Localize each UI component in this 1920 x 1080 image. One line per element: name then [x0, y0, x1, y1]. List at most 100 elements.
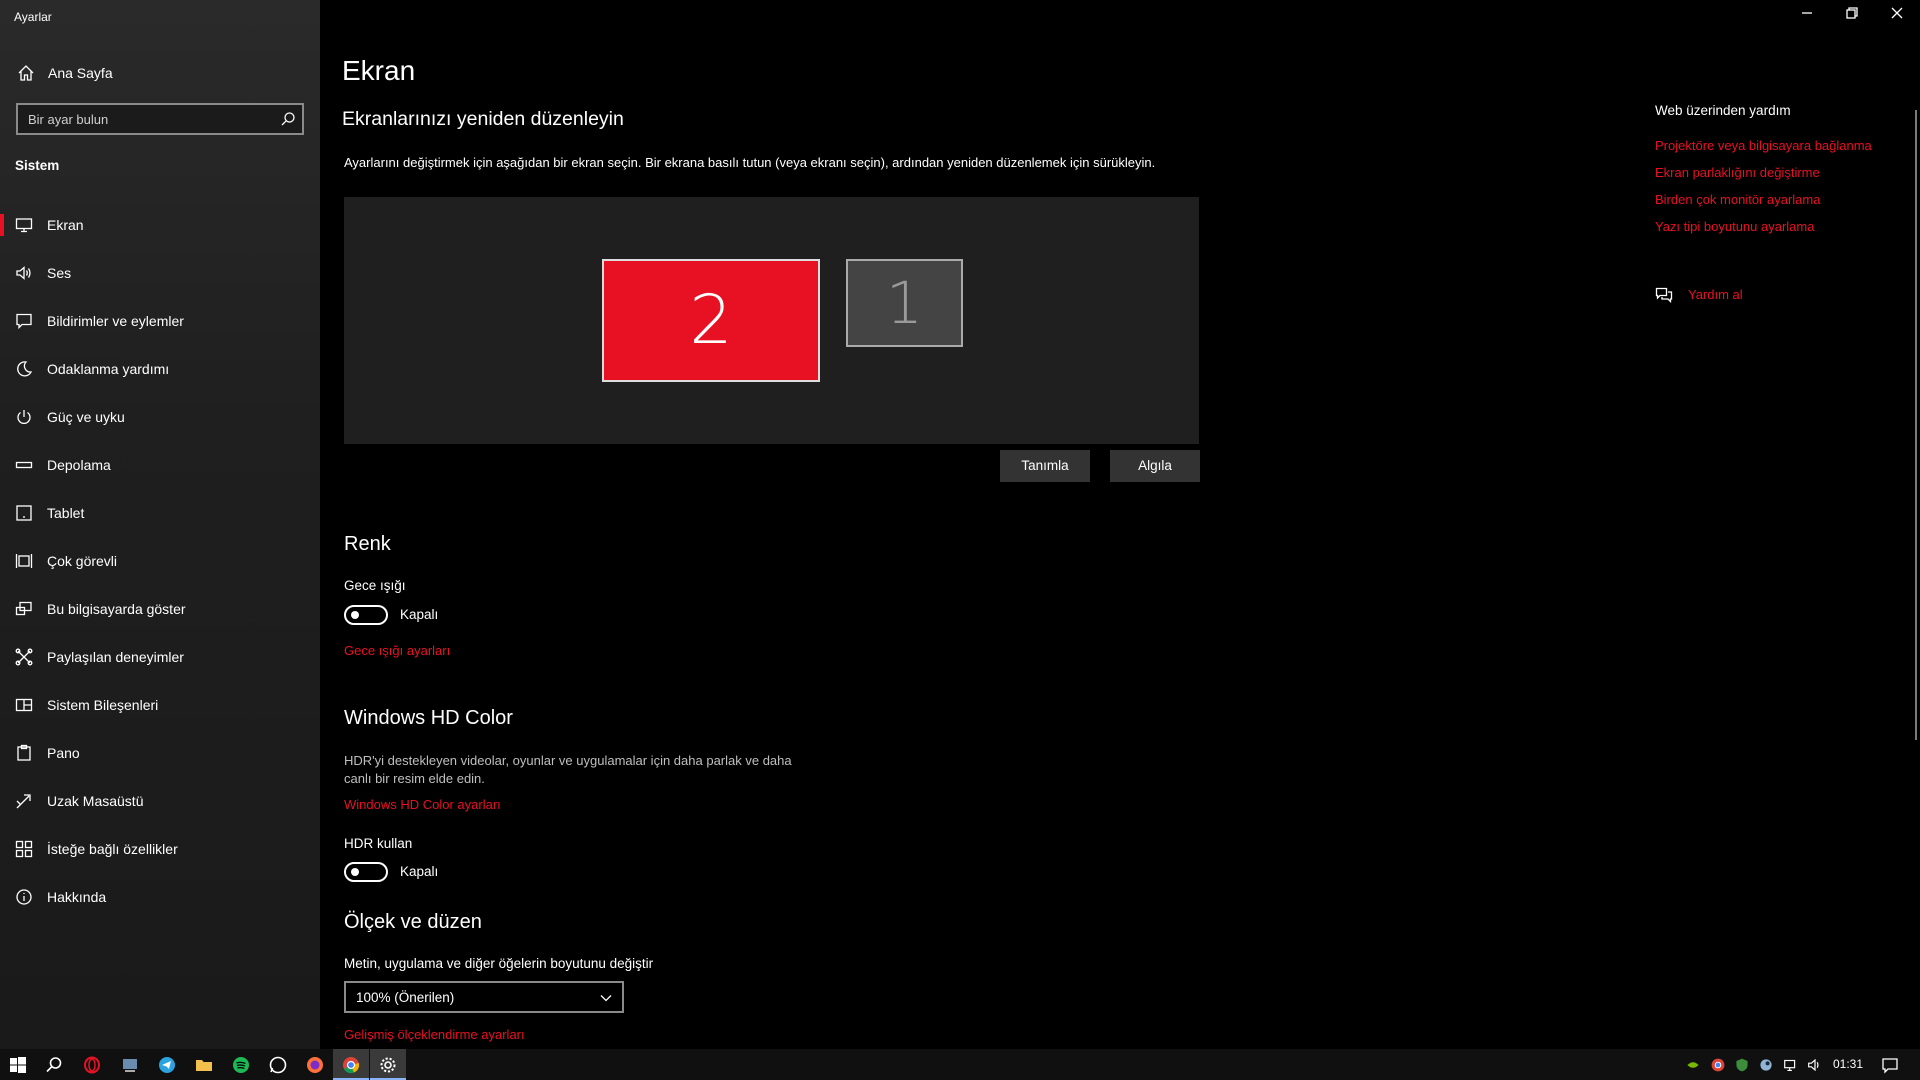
close-icon[interactable]	[1890, 6, 1904, 20]
nvidia-icon[interactable]	[1685, 1055, 1701, 1075]
moon-icon	[17, 361, 33, 377]
night-light-toggle[interactable]	[344, 605, 388, 625]
sidebar-item-label: Paylaşılan deneyimler	[47, 649, 184, 665]
sidebar-item-sistem-bilesenleri[interactable]: Sistem Bileşenleri	[0, 685, 320, 725]
telegram-icon[interactable]	[157, 1055, 177, 1075]
scale-heading: Ölçek ve düzen	[344, 911, 482, 933]
help-link-projector[interactable]: Projektöre veya bilgisayara bağlanma	[1655, 138, 1872, 153]
optional-features-icon	[15, 840, 33, 858]
sidebar-item-ekran[interactable]: Ekran	[0, 205, 320, 245]
monitor-2[interactable]: 2	[602, 259, 820, 382]
sidebar-item-label: Güç ve uyku	[47, 409, 125, 425]
monitor-icon	[15, 218, 33, 233]
color-heading: Renk	[344, 533, 391, 555]
hd-color-settings-link[interactable]: Windows HD Color ayarları	[344, 797, 501, 812]
sidebar-item-hakkinda[interactable]: Hakkında	[0, 877, 320, 917]
power-icon	[17, 410, 31, 424]
network-app-icon[interactable]	[120, 1055, 140, 1075]
sidebar-item-uzak-masaustu[interactable]: Uzak Masaüstü	[0, 781, 320, 821]
hdr-heading: Windows HD Color	[344, 707, 513, 729]
home-label: Ana Sayfa	[48, 65, 113, 81]
advanced-scaling-link[interactable]: Gelişmiş ölçeklendirme ayarları	[344, 1027, 525, 1042]
detect-button[interactable]: Algıla	[1110, 450, 1200, 482]
steam-icon[interactable]	[1758, 1055, 1774, 1075]
clipboard-icon	[17, 744, 31, 761]
night-light-settings-link[interactable]: Gece ışığı ayarları	[344, 643, 450, 658]
chrome-icon[interactable]	[341, 1055, 361, 1075]
remote-desktop-icon	[16, 794, 31, 809]
sidebar-item-bildirimler[interactable]: Bildirimler ve eylemler	[0, 301, 320, 341]
chrome-tray-icon[interactable]	[1710, 1055, 1726, 1075]
main-content: Ekran Ekranlarınızı yeniden düzenleyin A…	[320, 0, 1920, 1049]
restore-icon[interactable]	[1845, 6, 1859, 20]
sidebar-item-label: Ekran	[47, 217, 84, 233]
sidebar-item-tablet[interactable]: Tablet	[0, 493, 320, 533]
sidebar-item-label: Bildirimler ve eylemler	[47, 313, 184, 329]
whatsapp-icon[interactable]	[268, 1055, 288, 1075]
sidebar-item-odaklanma[interactable]: Odaklanma yardımı	[0, 349, 320, 389]
night-light-label: Gece ışığı	[344, 578, 406, 593]
get-help-label: Yardım al	[1688, 287, 1743, 302]
home-button[interactable]: Ana Sayfa	[0, 58, 320, 88]
volume-icon[interactable]	[1806, 1055, 1824, 1075]
taskbar: 01:31	[0, 1049, 1920, 1080]
gear-icon[interactable]	[378, 1055, 398, 1075]
sidebar-item-label: İsteğe bağlı özellikler	[47, 841, 178, 857]
display-arrangement-canvas[interactable]: 2 1	[344, 197, 1199, 444]
scale-dropdown[interactable]: 100% (Önerilen)	[344, 981, 624, 1013]
spotify-icon[interactable]	[231, 1055, 251, 1075]
sidebar-item-label: Pano	[47, 745, 80, 761]
chevron-down-icon	[600, 995, 612, 1002]
minimize-icon[interactable]	[1800, 6, 1814, 20]
shared-icon	[15, 648, 33, 666]
file-explorer-icon[interactable]	[194, 1055, 214, 1075]
arrange-description: Ayarlarını değiştirmek için aşağıdan bir…	[344, 155, 1156, 170]
components-icon	[15, 698, 33, 712]
sidebar-item-depolama[interactable]: Depolama	[0, 445, 320, 485]
sidebar-item-paylasilan[interactable]: Paylaşılan deneyimler	[0, 637, 320, 677]
search-icon[interactable]	[44, 1055, 64, 1075]
opera-icon[interactable]	[82, 1055, 102, 1075]
identify-button[interactable]: Tanımla	[1000, 450, 1090, 482]
sidebar-item-ses[interactable]: Ses	[0, 253, 320, 293]
sidebar-item-istege-bagli[interactable]: İsteğe bağlı özellikler	[0, 829, 320, 869]
shield-icon[interactable]	[1734, 1055, 1750, 1075]
firefox-icon[interactable]	[305, 1055, 325, 1075]
sidebar-item-label: Çok görevli	[47, 553, 118, 569]
tablet-icon	[16, 505, 32, 521]
section-label: Sistem	[15, 158, 60, 173]
help-link-font-size[interactable]: Yazı tipi boyutunu ayarlama	[1655, 219, 1814, 234]
monitor-1[interactable]: 1	[846, 259, 963, 347]
sidebar-item-pano[interactable]: Pano	[0, 733, 320, 773]
info-icon	[16, 889, 32, 905]
sidebar-item-label: Depolama	[47, 457, 111, 473]
scrollbar[interactable]	[1915, 110, 1917, 740]
multitasking-icon	[15, 554, 33, 568]
search-icon[interactable]	[280, 111, 296, 127]
page-title: Ekran	[342, 55, 416, 86]
clock[interactable]: 01:31	[1833, 1057, 1863, 1071]
app-title: Ayarlar	[14, 10, 52, 24]
sidebar-item-guc[interactable]: Güç ve uyku	[0, 397, 320, 437]
search-box[interactable]	[16, 103, 304, 135]
sidebar-item-bu-bilgisayarda[interactable]: Bu bilgisayarda göster	[0, 589, 320, 629]
scale-label: Metin, uygulama ve diğer öğelerin boyutu…	[344, 956, 654, 971]
use-hdr-toggle[interactable]	[344, 862, 388, 882]
home-icon	[18, 65, 34, 81]
use-hdr-label: HDR kullan	[344, 836, 413, 851]
help-link-brightness[interactable]: Ekran parlaklığını değiştirme	[1655, 165, 1820, 180]
sidebar-item-label: Odaklanma yardımı	[47, 361, 170, 377]
network-icon[interactable]	[1782, 1055, 1800, 1075]
search-input[interactable]	[18, 105, 278, 133]
sidebar-item-label: Bu bilgisayarda göster	[47, 601, 186, 617]
sidebar: Ayarlar Ana Sayfa Sistem Ekran Ses Bildi…	[0, 0, 320, 1049]
sidebar-item-label: Tablet	[47, 505, 85, 521]
storage-icon	[15, 461, 33, 469]
help-link-multi-monitor[interactable]: Birden çok monitör ayarlama	[1655, 192, 1820, 207]
windows-start-icon[interactable]	[8, 1055, 28, 1075]
action-center-icon[interactable]	[1880, 1055, 1900, 1075]
sidebar-item-cok-gorevli[interactable]: Çok görevli	[0, 541, 320, 581]
night-light-state: Kapalı	[400, 607, 439, 622]
sidebar-item-label: Uzak Masaüstü	[47, 793, 144, 809]
speaker-icon	[16, 266, 31, 280]
